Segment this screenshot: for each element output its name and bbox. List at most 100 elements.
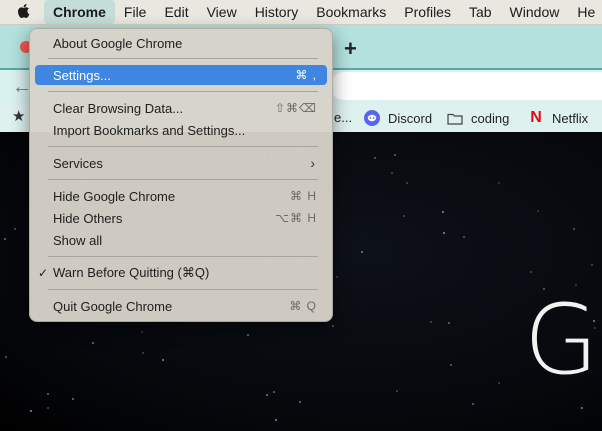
background-star <box>332 325 334 327</box>
menu-separator <box>48 256 318 257</box>
background-star <box>530 271 532 273</box>
menubar-history[interactable]: History <box>246 0 308 24</box>
menubar-help[interactable]: He <box>568 0 602 24</box>
background-star <box>443 232 445 234</box>
menu-separator <box>48 58 318 59</box>
chevron-right-icon: › <box>310 155 315 171</box>
menu-item-warn-before-quitting[interactable]: ✓ Warn Before Quitting (⌘Q) <box>35 263 327 283</box>
background-star <box>403 215 405 217</box>
menu-item-shortcut: ⌘ H <box>290 189 317 203</box>
bookmark-label: e... <box>334 110 353 125</box>
menubar-bookmarks[interactable]: Bookmarks <box>307 0 395 24</box>
bookmark-item-discord[interactable]: Discord <box>364 110 432 126</box>
bookmark-item-truncated[interactable]: e... <box>334 110 352 125</box>
background-star <box>361 251 363 253</box>
menu-separator <box>48 179 318 180</box>
menu-item-label: Hide Others <box>53 210 123 226</box>
background-star <box>573 228 575 230</box>
checkmark-icon: ✓ <box>38 266 49 280</box>
folder-icon <box>447 110 463 126</box>
menu-separator <box>48 91 318 92</box>
background-star <box>406 182 408 184</box>
background-star <box>448 322 450 324</box>
background-star <box>374 157 376 159</box>
background-star <box>498 382 500 384</box>
background-star <box>394 154 396 156</box>
bookmark-label: coding <box>471 110 510 126</box>
background-star <box>575 284 577 286</box>
menubar-window[interactable]: Window <box>501 0 569 24</box>
background-star <box>273 391 275 393</box>
menu-item-quit[interactable]: Quit Google Chrome ⌘ Q <box>35 296 327 316</box>
bookmark-item-netflix[interactable]: N Netflix <box>528 109 588 126</box>
menu-item-label: Warn Before Quitting (⌘Q) <box>53 265 210 280</box>
menu-item-clear-browsing-data[interactable]: Clear Browsing Data... ⇧⌘⌫ <box>35 98 327 118</box>
background-star <box>498 182 500 184</box>
menu-separator <box>48 289 318 290</box>
menu-item-hide-chrome[interactable]: Hide Google Chrome ⌘ H <box>35 186 327 206</box>
background-star <box>162 359 164 361</box>
menu-item-show-all[interactable]: Show all <box>35 230 327 250</box>
discord-icon <box>364 110 380 126</box>
background-star <box>5 356 7 358</box>
chrome-app-menu: About Google Chrome Settings... ⌘ , Clea… <box>29 28 333 322</box>
menu-item-shortcut: ⇧⌘⌫ <box>274 101 317 115</box>
menu-item-label: Clear Browsing Data... <box>53 100 184 116</box>
background-star <box>594 327 596 329</box>
menubar-profiles[interactable]: Profiles <box>395 0 460 24</box>
menu-item-shortcut: ⌘ Q <box>289 299 317 313</box>
background-star <box>472 403 474 405</box>
menu-item-about[interactable]: About Google Chrome <box>35 33 327 53</box>
apple-logo-icon[interactable] <box>17 4 31 20</box>
background-star <box>543 288 545 290</box>
netflix-icon: N <box>530 109 542 126</box>
background-star <box>47 407 49 409</box>
background-star <box>450 364 452 366</box>
bookmark-folder-coding[interactable]: coding <box>447 110 509 126</box>
background-star <box>396 390 398 392</box>
bookmark-label: Discord <box>388 110 433 126</box>
menu-separator <box>48 146 318 147</box>
menu-item-import-bookmarks[interactable]: Import Bookmarks and Settings... <box>35 120 327 140</box>
background-star <box>336 276 338 278</box>
background-star <box>442 211 444 213</box>
menubar-view[interactable]: View <box>198 0 246 24</box>
background-star <box>275 419 277 421</box>
menu-item-shortcut: ⌥⌘ H <box>275 211 317 225</box>
menu-item-hide-others[interactable]: Hide Others ⌥⌘ H <box>35 208 327 228</box>
menu-item-label: Settings... <box>53 67 111 83</box>
bookmark-star-icon[interactable]: ★ <box>12 107 25 125</box>
background-star <box>581 407 583 409</box>
background-star <box>430 321 432 323</box>
background-star <box>141 331 143 333</box>
menu-item-services[interactable]: Services › <box>35 153 327 173</box>
background-star <box>247 334 249 336</box>
menubar-edit[interactable]: Edit <box>155 0 197 24</box>
background-star <box>47 393 49 395</box>
background-star <box>593 320 595 322</box>
menubar-chrome[interactable]: Chrome <box>44 0 115 24</box>
background-star <box>591 264 593 266</box>
menu-item-label: Import Bookmarks and Settings... <box>53 122 246 138</box>
menu-item-label: Hide Google Chrome <box>53 188 176 204</box>
menu-item-settings[interactable]: Settings... ⌘ , <box>35 65 327 85</box>
background-star <box>30 410 32 412</box>
background-star <box>299 401 301 403</box>
background-star <box>142 352 144 354</box>
new-tab-button[interactable]: + <box>344 38 357 60</box>
menu-item-label: About Google Chrome <box>53 35 183 51</box>
menubar-tab[interactable]: Tab <box>460 0 501 24</box>
menu-item-shortcut: ⌘ , <box>295 68 317 82</box>
background-star <box>72 398 74 400</box>
background-star <box>537 210 539 212</box>
background-star <box>463 236 465 238</box>
menu-item-label: Quit Google Chrome <box>53 298 173 314</box>
address-bar[interactable] <box>330 72 602 100</box>
background-star <box>92 342 94 344</box>
menu-bar: Chrome File Edit View History Bookmarks … <box>0 0 602 25</box>
menubar-file[interactable]: File <box>115 0 156 24</box>
menu-item-label: Show all <box>53 232 103 248</box>
background-star <box>14 228 16 230</box>
menu-item-label: Services <box>53 155 103 171</box>
background-star <box>266 394 268 396</box>
